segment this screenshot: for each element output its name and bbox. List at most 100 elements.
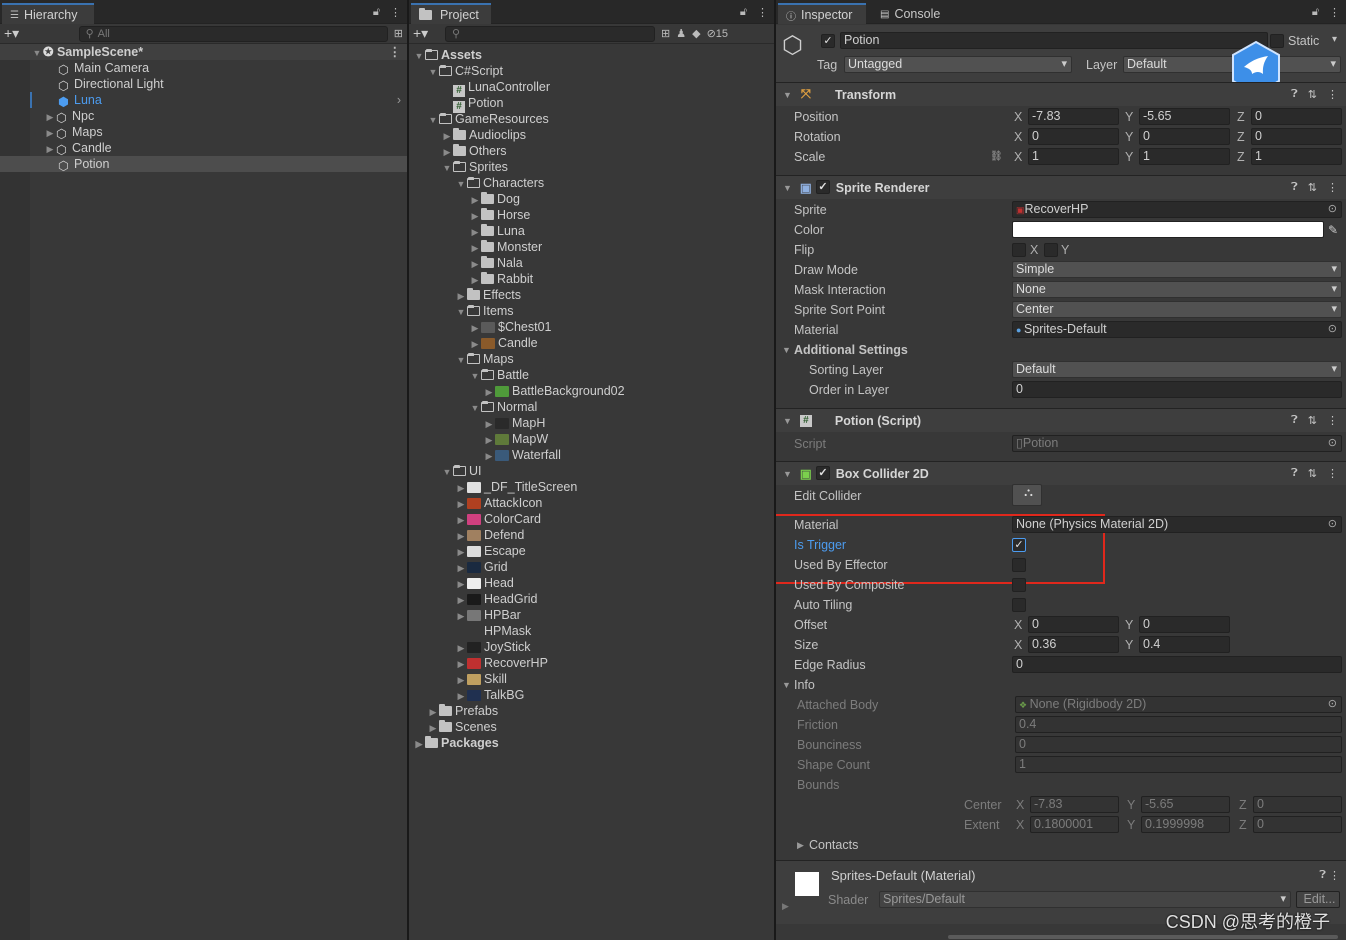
project-item[interactable]: ▶ BattleBackground02 — [409, 383, 774, 399]
expand-arrow-icon[interactable]: ▼ — [455, 176, 467, 192]
sorting-layer-dropdown[interactable]: Default — [1012, 361, 1342, 378]
project-item[interactable]: ▶ MapW — [409, 431, 774, 447]
project-item[interactable]: # LunaController — [409, 79, 774, 97]
expand-arrow-icon[interactable]: ▶ — [455, 608, 467, 624]
material-field[interactable]: ● Sprites-Default — [1012, 321, 1342, 338]
sort-point-dropdown[interactable]: Center — [1012, 301, 1342, 318]
project-item[interactable]: ▼ C#Script — [409, 63, 774, 79]
component-menu-icon[interactable]: ⋮ — [1327, 181, 1338, 194]
expand-arrow-icon[interactable]: ▶ — [455, 592, 467, 608]
flip-x-checkbox[interactable] — [1012, 243, 1026, 257]
project-item[interactable]: ▶ Candle — [409, 335, 774, 351]
order-in-layer-field[interactable]: 0 — [1012, 381, 1342, 398]
expand-arrow-icon[interactable]: ▶ — [483, 432, 495, 448]
expand-arrow-icon[interactable]: ▼ — [469, 400, 481, 416]
sprite-field[interactable]: ▣RecoverHP — [1012, 201, 1342, 218]
expand-arrow-icon[interactable]: ▼ — [31, 45, 43, 61]
more-menu-icon[interactable]: ⋮ — [757, 6, 768, 19]
project-item[interactable]: ▶ Effects — [409, 287, 774, 303]
project-item[interactable]: ▶ Nala — [409, 255, 774, 271]
component-enabled-checkbox[interactable]: ✓ — [816, 180, 830, 194]
expand-arrow-icon[interactable]: ▶ — [44, 109, 56, 125]
project-item[interactable]: ▶ Head — [409, 575, 774, 591]
hierarchy-item[interactable]: ▶ ⬡ Npc — [0, 108, 407, 125]
active-checkbox[interactable]: ✓ — [821, 34, 835, 48]
fold-arrow-icon[interactable]: ▼ — [782, 340, 791, 360]
component-menu-icon[interactable]: ⋮ — [1327, 88, 1338, 101]
vector-field-x[interactable]: 0.36 — [1028, 636, 1119, 653]
hierarchy-item[interactable]: ⬡ Directional Light — [0, 76, 407, 93]
project-item[interactable]: ▶ Luna — [409, 223, 774, 239]
expand-arrow-icon[interactable]: ▼ — [441, 160, 453, 176]
component-menu-icon[interactable]: ⋮ — [1327, 414, 1338, 427]
project-item[interactable]: ▶ Audioclips — [409, 127, 774, 143]
project-item[interactable]: ▶ Monster — [409, 239, 774, 255]
project-item[interactable]: HPMask — [409, 623, 774, 639]
expand-arrow-icon[interactable]: ▶ — [427, 720, 439, 736]
project-item[interactable]: ▼ Assets — [409, 47, 774, 63]
expand-arrow-icon[interactable]: ▶ — [455, 480, 467, 496]
project-item[interactable]: ▶ Rabbit — [409, 271, 774, 287]
edge-radius-field[interactable]: 0 — [1012, 656, 1342, 673]
project-search-input[interactable]: ⚲ — [445, 25, 655, 42]
project-item[interactable]: ▶ Grid — [409, 559, 774, 575]
shader-dropdown[interactable]: Sprites/Default — [879, 891, 1291, 908]
project-item[interactable]: ▼ Maps — [409, 351, 774, 367]
vector-field-z[interactable]: 0 — [1251, 128, 1342, 145]
vector-field-y[interactable]: -5.65 — [1139, 108, 1230, 125]
expand-arrow-icon[interactable]: ▶ — [413, 736, 425, 752]
eyedropper-icon[interactable]: ✎ — [1328, 220, 1338, 240]
fold-arrow-icon[interactable]: ▼ — [783, 183, 792, 193]
project-item[interactable]: ▶ Packages — [409, 735, 774, 751]
expand-arrow-icon[interactable]: ▶ — [455, 576, 467, 592]
presets-icon[interactable]: ⇅ — [1308, 414, 1317, 427]
expand-arrow-icon[interactable]: ▶ — [483, 448, 495, 464]
expand-arrow-icon[interactable]: ▶ — [44, 125, 56, 141]
expand-arrow-icon[interactable]: ▶ — [455, 544, 467, 560]
expand-arrow-icon[interactable]: ▼ — [427, 64, 439, 80]
mask-interaction-dropdown[interactable]: None — [1012, 281, 1342, 298]
help-icon[interactable]: ❓︎ — [1291, 88, 1298, 101]
project-item[interactable]: ▶ Skill — [409, 671, 774, 687]
tab-project[interactable]: Project — [411, 3, 491, 24]
chevron-right-icon[interactable]: › — [397, 92, 401, 108]
presets-icon[interactable]: ⇅ — [1308, 181, 1317, 194]
vector-field-x[interactable]: 1 — [1028, 148, 1119, 165]
hierarchy-item[interactable]: ▶ ⬡ Candle — [0, 140, 407, 157]
hierarchy-item[interactable]: ▶ ⬡ Maps — [0, 124, 407, 141]
expand-arrow-icon[interactable]: ▶ — [469, 256, 481, 272]
expand-arrow-icon[interactable]: ▶ — [483, 416, 495, 432]
fold-arrow-icon[interactable]: ▶ — [797, 835, 804, 855]
expand-arrow-icon[interactable]: ▶ — [469, 336, 481, 352]
help-icon[interactable]: ❓︎ — [1291, 414, 1298, 427]
project-item[interactable]: ▼ Normal — [409, 399, 774, 415]
expand-arrow-icon[interactable]: ▶ — [469, 192, 481, 208]
flip-y-checkbox[interactable] — [1044, 243, 1058, 257]
tab-inspector[interactable]: ⓘ Inspector — [778, 3, 866, 24]
help-icon[interactable]: ❓︎ — [1291, 467, 1298, 480]
expand-arrow-icon[interactable]: ▼ — [427, 112, 439, 128]
expand-arrow-icon[interactable]: ▶ — [469, 272, 481, 288]
expand-arrow-icon[interactable]: ▶ — [455, 640, 467, 656]
scrollbar[interactable] — [948, 935, 1338, 939]
expand-arrow-icon[interactable]: ▼ — [455, 304, 467, 320]
lock-icon[interactable]: 🔓︎ — [373, 6, 380, 19]
expand-arrow-icon[interactable]: ▶ — [483, 384, 495, 400]
vector-field-x[interactable]: 0 — [1028, 616, 1119, 633]
more-menu-icon[interactable]: ⋮ — [1329, 6, 1340, 19]
expand-arrow-icon[interactable]: ▶ — [469, 208, 481, 224]
search-by-type-icon[interactable]: ⊞ — [661, 27, 670, 40]
expand-arrow-icon[interactable]: ▶ — [469, 320, 481, 336]
project-item[interactable]: ▼ Characters — [409, 175, 774, 191]
fold-arrow-icon[interactable]: ▼ — [783, 416, 792, 426]
tab-console[interactable]: ▤ Console — [872, 4, 948, 24]
project-item[interactable]: ▶ TalkBG — [409, 687, 774, 703]
expand-arrow-icon[interactable]: ▶ — [455, 656, 467, 672]
add-button[interactable]: +▾ — [4, 25, 29, 42]
scene-menu-icon[interactable]: ⋮ — [389, 44, 402, 60]
expand-arrow-icon[interactable]: ▼ — [455, 352, 467, 368]
expand-arrow-icon[interactable]: ▶ — [455, 688, 467, 704]
project-item[interactable]: ▼ Battle — [409, 367, 774, 383]
component-menu-icon[interactable]: ⋮ — [1329, 869, 1340, 882]
hierarchy-item[interactable]: ⬢ Luna › — [0, 92, 407, 109]
